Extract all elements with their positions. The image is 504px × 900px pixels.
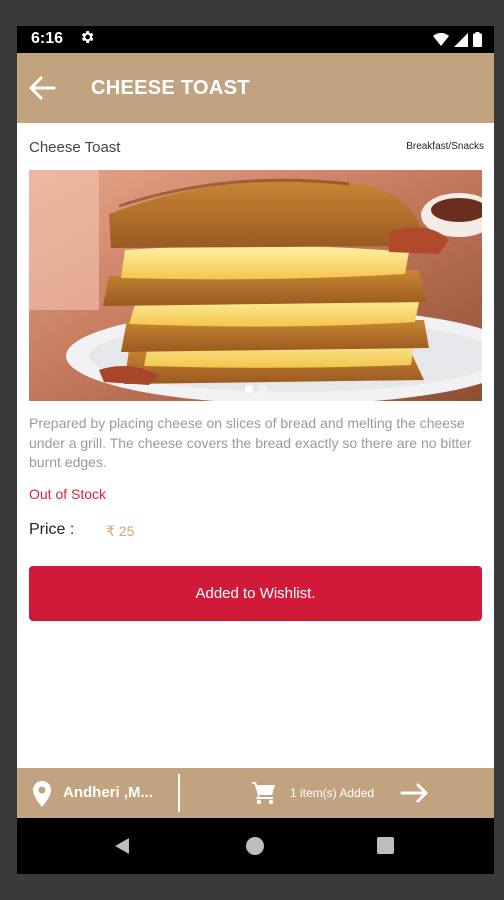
location-label[interactable]: Andheri ,M...	[63, 784, 153, 801]
phone-screen: 6:16 CHEESE TOAST Cheese Toast Breakfast…	[17, 26, 494, 874]
status-icons	[433, 32, 482, 47]
back-arrow-icon[interactable]	[27, 74, 57, 102]
signal-icon	[454, 32, 468, 47]
product-description: Prepared by placing cheese on slices of …	[29, 415, 472, 470]
arrow-right-icon[interactable]	[400, 783, 430, 803]
wifi-icon	[433, 33, 449, 46]
location-pin-icon[interactable]	[32, 781, 52, 807]
bottom-bar: Andheri ,M... 1 item(s) Added	[17, 768, 494, 818]
nav-recents-icon[interactable]	[377, 837, 394, 854]
status-time: 6:16	[31, 30, 64, 47]
cheese-toast-image	[29, 170, 482, 401]
system-nav-bar	[17, 818, 494, 874]
cart-status[interactable]: 1 item(s) Added	[290, 786, 374, 800]
battery-icon	[473, 32, 482, 47]
nav-home-icon[interactable]	[246, 837, 264, 855]
carousel-indicators	[29, 385, 482, 393]
status-bar: 6:16	[17, 26, 494, 53]
nav-back-icon[interactable]	[113, 837, 131, 855]
page-title: CHEESE TOAST	[91, 77, 250, 99]
price-label: Price :	[29, 521, 75, 538]
cart-icon[interactable]	[251, 780, 277, 806]
stock-status: Out of Stock	[29, 486, 107, 502]
price-value: ₹ 25	[106, 523, 135, 539]
carousel-dot[interactable]	[258, 385, 267, 393]
settings-gear-icon	[81, 31, 94, 43]
product-name: Cheese Toast	[29, 139, 121, 156]
carousel-dot[interactable]	[244, 385, 253, 393]
app-bar: CHEESE TOAST	[17, 53, 494, 123]
product-image-carousel[interactable]	[29, 170, 482, 401]
wishlist-button[interactable]: Added to Wishlist.	[29, 566, 482, 621]
divider	[178, 774, 180, 812]
product-details: Cheese Toast Breakfast/Snacks Prepared b…	[17, 123, 494, 768]
product-category: Breakfast/Snacks	[406, 141, 484, 152]
